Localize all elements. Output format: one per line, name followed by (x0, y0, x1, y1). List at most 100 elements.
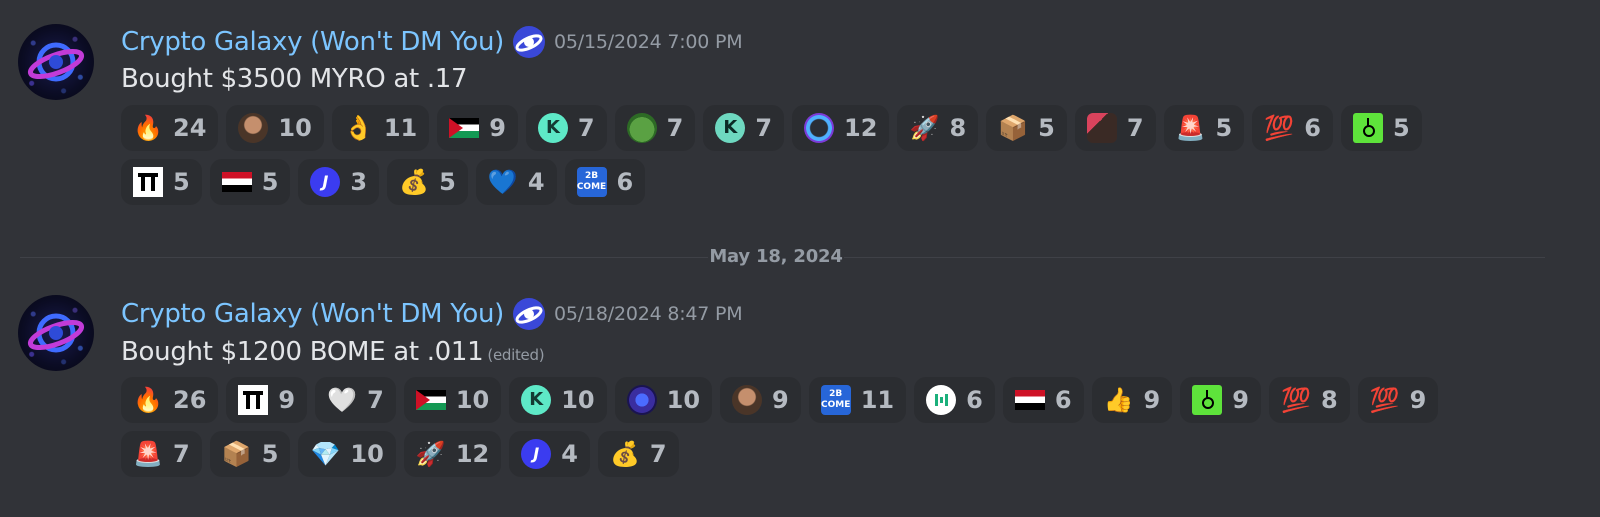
fire-icon: 🔥 (133, 114, 163, 142)
reaction-button[interactable]: 🔥 26 (121, 377, 219, 423)
reaction-count: 10 (561, 386, 595, 414)
reaction-button[interactable]: 👍 9 (1091, 377, 1173, 423)
reaction-button[interactable]: 💯 6 (1252, 105, 1333, 151)
reaction-button[interactable]: 6 (914, 377, 995, 423)
rocket-icon: 🚀 (909, 114, 940, 142)
message-content: Bought $1200 BOME at .011 (edited) (121, 337, 545, 367)
siren-icon: 🚨 (133, 440, 163, 468)
reaction-button[interactable]: J3 (298, 159, 380, 205)
reaction-button[interactable]: 💯 9 (1357, 377, 1439, 423)
reaction-button[interactable]: 👌 11 (331, 105, 430, 151)
reaction-button[interactable]: 10 (403, 377, 502, 423)
reaction-button[interactable]: 🚀 12 (403, 431, 502, 477)
reaction-button[interactable]: 🚨 5 (1163, 105, 1245, 151)
reaction-row: 5 5 J 3 💰 5 💙 4 2B COME 6 (121, 159, 646, 205)
reaction-button[interactable]: 7 (614, 105, 696, 151)
custom-face-icon (732, 385, 763, 415)
reaction-button[interactable]: 10 (226, 105, 324, 151)
role-icon[interactable] (512, 297, 546, 331)
rocket-icon: 🚀 (415, 440, 446, 468)
reaction-button[interactable]: 7 (1074, 105, 1156, 151)
user-avatar[interactable] (18, 24, 94, 100)
reaction-count: 10 (278, 114, 312, 142)
reaction-count: 5 (1392, 114, 1410, 142)
reaction-button[interactable]: 2B COME 11 (808, 377, 907, 423)
blue-heart-icon: 💙 (487, 168, 518, 196)
reaction-count: 5 (1215, 114, 1233, 142)
reaction-button[interactable]: 5 (209, 159, 291, 205)
reaction-button[interactable]: 6 (1002, 377, 1084, 423)
reaction-button[interactable]: 9 (1180, 377, 1261, 423)
pepe-icon (626, 113, 657, 143)
reaction-count: 9 (772, 386, 789, 414)
reaction-count: 5 (261, 168, 279, 196)
reaction-button[interactable]: 2B COME 6 (564, 159, 646, 205)
date-divider-label: May 18, 2024 (708, 246, 844, 267)
reaction-count: 10 (455, 386, 490, 414)
ok-hand-icon: 👌 (343, 114, 374, 142)
reaction-button[interactable]: 📦 5 (209, 431, 291, 477)
reaction-count: 7 (649, 440, 667, 468)
yemen-flag-icon (1014, 385, 1045, 415)
reaction-button[interactable]: 💎 10 (298, 431, 396, 477)
thousand-points-icon: 💯 (1369, 386, 1400, 414)
username[interactable]: Crypto Galaxy (Won't DM You) (121, 299, 504, 329)
reaction-button[interactable]: J4 (509, 431, 590, 477)
custom-white-square-icon (238, 385, 269, 415)
gem-icon: 💎 (310, 440, 341, 468)
reaction-count: 8 (949, 114, 967, 142)
reaction-count: 3 (350, 168, 368, 196)
custom-green-square-icon (1192, 385, 1223, 415)
reaction-count: 7 (577, 114, 595, 142)
reaction-button[interactable]: K7 (703, 105, 785, 151)
message-text: Bought $3500 MYRO at .17 (121, 64, 468, 94)
reaction-count: 6 (1054, 386, 1072, 414)
reaction-count: 9 (1143, 386, 1161, 414)
yemen-flag-icon (221, 167, 252, 197)
reaction-count: 7 (367, 386, 384, 414)
reaction-count: 7 (1126, 114, 1144, 142)
reaction-count: 4 (527, 168, 545, 196)
reaction-button[interactable]: 🤍 7 (315, 377, 396, 423)
reaction-button[interactable]: 💰 7 (597, 431, 679, 477)
reaction-count: 9 (278, 386, 296, 414)
white-heart-icon: 🤍 (327, 386, 358, 414)
reaction-button[interactable]: 5 (121, 159, 202, 205)
custom-dog-coin-icon (804, 113, 835, 143)
reaction-button[interactable]: 10 (614, 377, 713, 423)
custom-teal-k-icon: K (521, 385, 552, 415)
money-bag-icon: 💰 (399, 168, 430, 196)
user-avatar[interactable] (18, 295, 94, 371)
reaction-count: 5 (439, 168, 456, 196)
reaction-count: 10 (350, 440, 384, 468)
reaction-button[interactable]: 💯 8 (1268, 377, 1350, 423)
reaction-button[interactable]: 12 (792, 105, 890, 151)
money-bag-icon: 💰 (609, 440, 640, 468)
reaction-button[interactable]: 9 (437, 105, 518, 151)
reaction-count: 9 (1409, 386, 1427, 414)
custom-green-square-icon (1352, 113, 1383, 143)
reaction-count: 7 (666, 114, 684, 142)
reaction-count: 6 (1304, 114, 1321, 142)
reaction-count: 5 (173, 168, 190, 196)
reaction-button[interactable]: 9 (226, 377, 308, 423)
reaction-button[interactable]: 5 (1340, 105, 1422, 151)
reaction-count: 9 (489, 114, 506, 142)
reaction-count: 26 (173, 386, 207, 414)
reaction-row: 🔥 26 9 🤍 7 10 K 10 10 9 2B COME 11 6 6 👍 9 9 💯 8 💯 9 (121, 377, 1439, 423)
reaction-button[interactable]: K7 (525, 105, 607, 151)
custom-bome-icon: 2B COME (820, 385, 851, 415)
reaction-button[interactable]: 💰 5 (387, 159, 468, 205)
reaction-count: 6 (616, 168, 634, 196)
reaction-button[interactable]: 🚀 8 (897, 105, 979, 151)
reaction-button[interactable]: 🚨 7 (121, 431, 202, 477)
custom-white-square-icon (133, 167, 163, 197)
reaction-button[interactable]: 💙 4 (475, 159, 557, 205)
role-icon[interactable] (512, 25, 546, 59)
reaction-button[interactable]: 9 (720, 377, 801, 423)
username[interactable]: Crypto Galaxy (Won't DM You) (121, 27, 504, 57)
custom-green-bars-icon (926, 385, 957, 415)
reaction-button[interactable]: 📦 5 (986, 105, 1067, 151)
reaction-button[interactable]: 🔥 24 (121, 105, 219, 151)
reaction-button[interactable]: K 10 (509, 377, 607, 423)
